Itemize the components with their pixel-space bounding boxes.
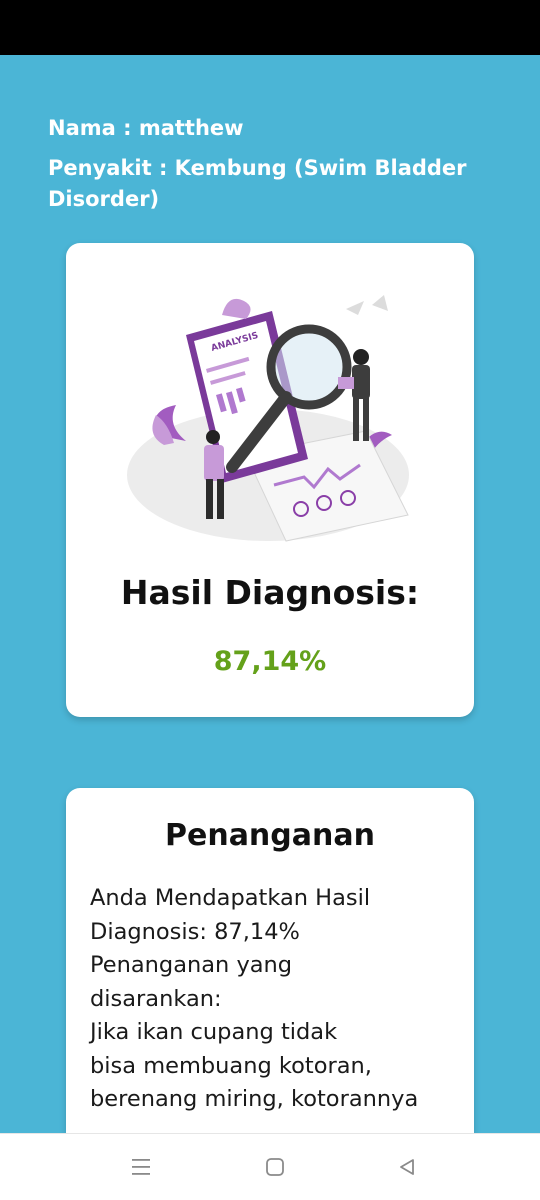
treatment-description: Anda Mendapatkan Hasil Diagnosis: 87,14%…: [90, 885, 419, 1112]
diagnosis-result-title: Hasil Diagnosis:: [120, 573, 420, 612]
back-button[interactable]: [392, 1152, 422, 1182]
home-square-icon: [266, 1158, 284, 1176]
treatment-card: Penanganan Anda Mendapatkan Hasil Diagno…: [66, 788, 474, 1133]
diagnosis-percentage: 87,14%: [213, 646, 327, 677]
treatment-title: Penanganan: [165, 818, 375, 853]
diagnosis-result-screen[interactable]: Nama : matthew Penyakit : Kembung (Swim …: [0, 55, 540, 1133]
recent-apps-button[interactable]: [126, 1152, 156, 1182]
menu-icon: [132, 1159, 150, 1175]
patient-name: Nama : matthew: [48, 116, 244, 140]
analysis-illustration: ANALYSIS: [127, 295, 409, 542]
patient-disease: Penyakit : Kembung (Swim Bladder Disorde…: [48, 156, 467, 211]
home-button[interactable]: [260, 1152, 290, 1182]
patient-info: Nama : matthew Penyakit : Kembung (Swim …: [48, 113, 488, 215]
system-navigation-bar: [0, 1133, 540, 1200]
back-triangle-icon: [400, 1159, 414, 1175]
diagnosis-result-card: ANALYSIS Hasil Diagnosis: 87,14%: [66, 243, 474, 717]
status-bar: [0, 0, 540, 55]
